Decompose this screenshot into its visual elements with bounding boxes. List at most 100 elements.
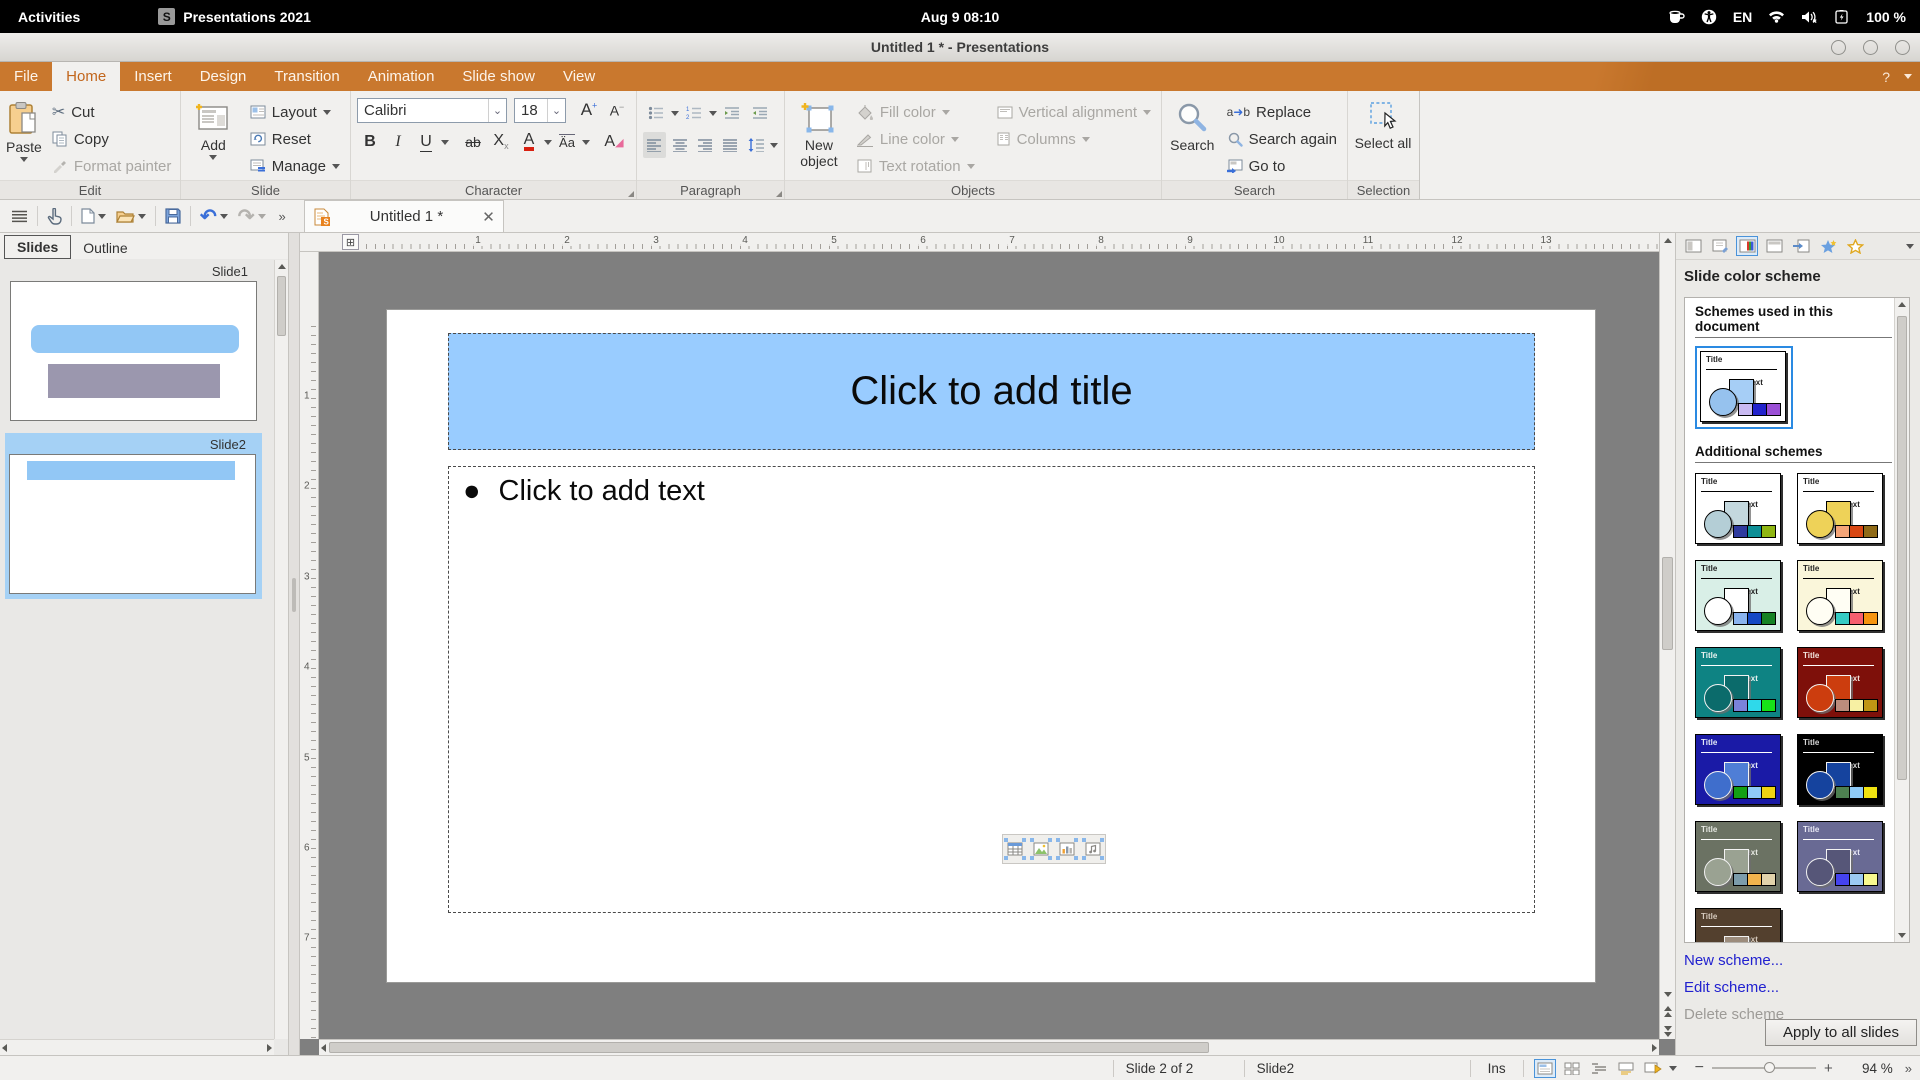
- ribbon-collapse-icon[interactable]: [1904, 74, 1912, 79]
- tab-outline[interactable]: Outline: [71, 237, 139, 259]
- font-color-button[interactable]: A: [516, 129, 542, 155]
- search-again-button[interactable]: Search again: [1223, 127, 1341, 151]
- manage-button[interactable]: Manage: [246, 154, 344, 178]
- menu-item-design[interactable]: Design: [186, 62, 261, 91]
- underline-button[interactable]: U: [413, 129, 439, 155]
- align-right-button[interactable]: [694, 132, 717, 158]
- save-button[interactable]: [160, 203, 186, 229]
- select-all-button[interactable]: Select all: [1354, 97, 1412, 179]
- insert-image-button[interactable]: [1031, 839, 1051, 859]
- slide-animation-tab-icon[interactable]: [1844, 236, 1866, 256]
- line-spacing-caret-icon[interactable]: [770, 143, 778, 148]
- app-menu[interactable]: S Presentations 2021: [158, 8, 311, 25]
- insert-mode[interactable]: Ins: [1471, 1061, 1523, 1076]
- scheme-thumb-additional-11[interactable]: TitleText: [1695, 908, 1781, 942]
- reset-button[interactable]: Reset: [246, 127, 344, 151]
- numbering-button[interactable]: 12: [681, 100, 707, 126]
- menu-item-transition[interactable]: Transition: [260, 62, 353, 91]
- zoom-out-icon[interactable]: −: [1695, 1059, 1704, 1077]
- character-dialog-launcher[interactable]: [628, 191, 634, 197]
- menu-item-file[interactable]: File: [0, 62, 52, 91]
- tab-stop-selector[interactable]: ⊞: [342, 234, 359, 250]
- new-scheme-link[interactable]: New scheme...: [1676, 947, 1920, 974]
- underline-caret-icon[interactable]: [441, 140, 449, 145]
- slide-layout-tab-icon[interactable]: [1763, 236, 1785, 256]
- font-color-caret-icon[interactable]: [544, 140, 552, 145]
- next-slide-button[interactable]: [1664, 1026, 1672, 1037]
- outline-view-button[interactable]: [1588, 1059, 1610, 1078]
- scheme-thumb-additional-1[interactable]: TitleText: [1695, 473, 1781, 544]
- undo-button[interactable]: ↶: [195, 203, 233, 229]
- scheme-list-scrollbar[interactable]: [1894, 298, 1909, 942]
- scheme-thumb-used[interactable]: TitleText: [1700, 351, 1786, 422]
- search-button[interactable]: Search: [1168, 97, 1217, 179]
- scheme-thumb-additional-8[interactable]: TitleText: [1797, 734, 1883, 805]
- clock[interactable]: Aug 9 08:10: [921, 9, 1000, 25]
- edit-scheme-link[interactable]: Edit scheme...: [1676, 974, 1920, 1001]
- vertical-alignment-button[interactable]: Vertical alignment: [993, 100, 1155, 124]
- minimize-button[interactable]: [1831, 40, 1846, 55]
- paste-button[interactable]: Paste: [6, 97, 42, 179]
- bold-button[interactable]: B: [357, 129, 383, 155]
- transition-tab-icon[interactable]: [1790, 236, 1812, 256]
- activities-button[interactable]: Activities: [0, 9, 98, 25]
- slideshow-button[interactable]: [1642, 1059, 1664, 1078]
- apply-to-all-slides-button[interactable]: Apply to all slides: [1765, 1019, 1917, 1046]
- zoom-slider-thumb[interactable]: [1764, 1062, 1775, 1073]
- cut-button[interactable]: ✂ Cut: [48, 100, 176, 124]
- normal-view-button[interactable]: [1534, 1059, 1556, 1078]
- columns-button[interactable]: Columns: [993, 127, 1155, 151]
- vertical-ruler[interactable]: 1234567: [300, 252, 319, 1039]
- zoom-slider[interactable]: [1712, 1067, 1816, 1069]
- subscript-button[interactable]: Xx: [488, 129, 514, 155]
- object-properties-tab-icon[interactable]: [1682, 236, 1704, 256]
- text-rotation-button[interactable]: Text rotation: [853, 154, 979, 178]
- slide1-thumbnail[interactable]: [10, 281, 257, 421]
- fill-color-button[interactable]: Fill color: [853, 100, 979, 124]
- slide-count[interactable]: Slide 2 of 2: [1114, 1061, 1244, 1076]
- body-placeholder[interactable]: ●Click to add text: [448, 466, 1535, 913]
- slides-panel-hscrollbar[interactable]: [0, 1039, 274, 1055]
- canvas-hscrollbar[interactable]: [319, 1039, 1659, 1055]
- previous-slide-button[interactable]: [1664, 1006, 1672, 1017]
- italic-button[interactable]: I: [385, 129, 411, 155]
- help-icon[interactable]: ?: [1882, 69, 1890, 85]
- scheme-thumb-additional-6[interactable]: TitleText: [1797, 647, 1883, 718]
- goto-button[interactable]: Go to: [1223, 154, 1341, 178]
- scroll-down-icon[interactable]: [1664, 992, 1672, 997]
- slides-panel-vscrollbar[interactable]: [274, 260, 288, 1039]
- toolbar-overflow-icon[interactable]: »: [271, 209, 294, 224]
- add-slide-button[interactable]: Add: [187, 97, 240, 179]
- menu-item-slide-show[interactable]: Slide show: [448, 62, 549, 91]
- menu-item-insert[interactable]: Insert: [120, 62, 186, 91]
- canvas-vscrollbar[interactable]: [1659, 233, 1675, 1039]
- increase-font-button[interactable]: A+: [576, 97, 602, 123]
- font-size-combo[interactable]: 18 ⌄: [514, 98, 566, 123]
- align-center-button[interactable]: [668, 132, 691, 158]
- menu-item-home[interactable]: Home: [52, 62, 120, 91]
- slide2-thumbnail[interactable]: [9, 454, 256, 594]
- slideshow-caret-icon[interactable]: [1669, 1066, 1677, 1071]
- open-document-button[interactable]: [111, 203, 151, 229]
- line-spacing-button[interactable]: [745, 132, 768, 158]
- selected-scheme[interactable]: TitleText: [1695, 346, 1793, 429]
- horizontal-ruler[interactable]: 12345678910111213 ⊞: [300, 233, 1659, 252]
- new-object-button[interactable]: New object: [791, 97, 847, 179]
- scheme-thumb-additional-9[interactable]: TitleText: [1695, 821, 1781, 892]
- task-pane-menu-icon[interactable]: [1906, 244, 1914, 249]
- touch-mode-button[interactable]: [42, 203, 67, 229]
- numbering-caret-icon[interactable]: [709, 111, 717, 116]
- object-animation-tab-icon[interactable]: [1817, 236, 1839, 256]
- zoom-in-icon[interactable]: +: [1824, 1060, 1833, 1077]
- document-tab[interactable]: S Untitled 1 * ✕: [304, 200, 504, 232]
- scheme-thumb-additional-5[interactable]: TitleText: [1695, 647, 1781, 718]
- zoom-level[interactable]: 94 %: [1841, 1061, 1897, 1076]
- decrease-font-button[interactable]: A−: [604, 97, 630, 123]
- font-name-combo[interactable]: Calibri ⌄: [357, 98, 507, 123]
- title-placeholder[interactable]: Click to add title: [448, 333, 1535, 450]
- scheme-thumb-additional-7[interactable]: TitleText: [1695, 734, 1781, 805]
- notes-view-button[interactable]: [1615, 1059, 1637, 1078]
- bullets-caret-icon[interactable]: [671, 111, 679, 116]
- slide-editing-area[interactable]: Click to add title ●Click to add text: [386, 309, 1596, 983]
- decrease-indent-button[interactable]: [747, 100, 773, 126]
